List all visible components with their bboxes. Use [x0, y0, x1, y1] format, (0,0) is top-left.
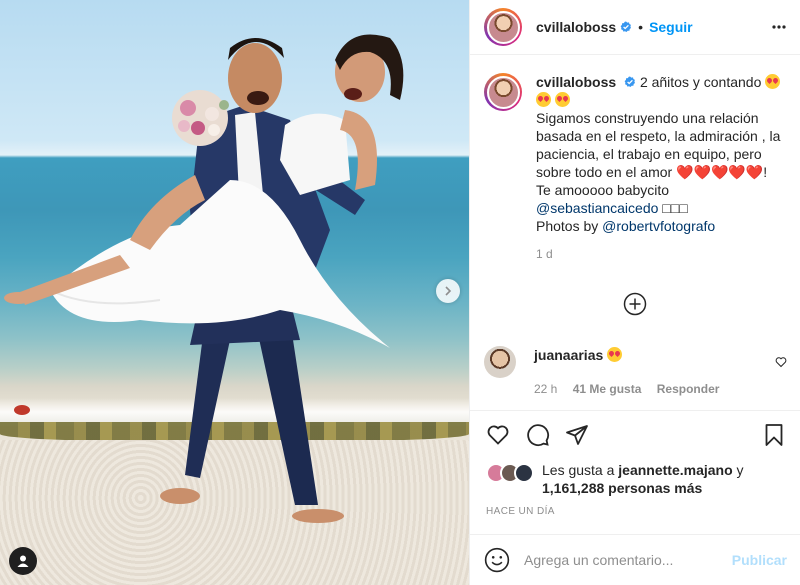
header-separator: • — [638, 19, 644, 35]
likes-summary: Les gusta a jeannette.majano y 1,161,288… — [486, 461, 786, 497]
likes-count[interactable]: 1,161,288 personas más — [542, 480, 702, 496]
post-photo[interactable] — [0, 0, 469, 585]
author-username[interactable]: cvillaloboss — [536, 19, 616, 35]
heart-eyes-emoji-icon — [607, 347, 623, 362]
caption-username[interactable]: cvillaloboss — [536, 74, 616, 90]
likes-and: y — [736, 462, 744, 478]
couple-illustration — [4, 34, 404, 523]
liker-avatars[interactable] — [486, 463, 536, 485]
comment-input[interactable] — [524, 552, 724, 568]
comment-likes[interactable]: 41 Me gusta — [573, 382, 642, 396]
comments-scroll-area[interactable]: cvillaloboss 2 añitos y contando Sigamos… — [470, 56, 800, 410]
comment-time[interactable]: 22 h — [534, 382, 557, 396]
heart-eyes-emoji-icon — [765, 74, 781, 89]
load-more-comments-icon[interactable] — [623, 292, 647, 316]
next-photo-button[interactable] — [436, 279, 460, 303]
commenter-avatar[interactable] — [484, 346, 516, 378]
mention-suffix: □□□ — [662, 200, 688, 216]
mention-link[interactable]: @sebastiancaicedo — [536, 200, 658, 216]
emoji-smiley-icon[interactable] — [484, 547, 510, 573]
commenter-username[interactable]: juanaarias — [534, 347, 603, 363]
save-bookmark-icon[interactable] — [762, 423, 786, 447]
tagged-users-button[interactable] — [9, 547, 37, 575]
post-actions-bar — [470, 410, 800, 458]
photographer-mention-link[interactable]: @robertvfotografo — [602, 218, 715, 234]
comment-bubble-icon[interactable] — [526, 423, 550, 447]
comment-item: juanaarias 22 h 41 Me gusta Responder — [484, 346, 794, 398]
liker-username[interactable]: jeannette.majano — [618, 462, 732, 478]
comment-like-heart-icon[interactable] — [775, 356, 787, 368]
verified-badge-icon — [620, 21, 632, 32]
caption-exclaim: ! — [763, 164, 768, 180]
hearts-emoji-icon: ❤️❤️❤️❤️❤️ — [676, 164, 764, 180]
liker-avatar — [514, 463, 534, 483]
post-header: cvillaloboss • Seguir — [470, 0, 800, 55]
chevron-right-icon — [445, 286, 452, 296]
more-options-icon[interactable] — [771, 19, 787, 35]
add-comment-bar: Publicar — [470, 534, 800, 585]
caption-author-avatar[interactable] — [484, 73, 522, 111]
post-caption: cvillaloboss 2 añitos y contando Sigamos… — [484, 73, 794, 263]
follow-button[interactable]: Seguir — [649, 19, 693, 35]
author-avatar[interactable] — [484, 8, 522, 46]
post-side-panel: cvillaloboss • Seguir cvillaloboss 2 añi… — [469, 0, 800, 585]
publish-button[interactable]: Publicar — [732, 552, 787, 568]
heart-eyes-emoji-icon — [554, 92, 570, 107]
caption-author-avatar-photo — [486, 75, 520, 109]
caption-line1: 2 añitos y contando — [639, 74, 762, 90]
user-tag-icon — [17, 555, 29, 567]
caption-line2: Te amooooo babycito — [536, 182, 670, 198]
heart-eyes-emoji-icon — [536, 92, 551, 107]
reply-button[interactable]: Responder — [657, 382, 720, 396]
like-heart-icon[interactable] — [486, 423, 510, 447]
instagram-post-dialog: cvillaloboss • Seguir cvillaloboss 2 añi… — [0, 0, 800, 585]
share-paper-plane-icon[interactable] — [565, 423, 589, 447]
likes-prefix: Les gusta a — [542, 462, 615, 478]
comment-content: juanaarias 22 h 41 Me gusta Responder — [534, 346, 731, 398]
post-timestamp[interactable]: HACE UN DÍA — [486, 506, 555, 517]
caption-text: cvillaloboss 2 añitos y contando Sigamos… — [536, 73, 794, 263]
verified-badge-icon — [624, 76, 636, 87]
photos-by-label: Photos by — [536, 218, 599, 234]
author-avatar-photo — [486, 10, 520, 44]
comment-meta: 22 h 41 Me gusta Responder — [534, 380, 731, 398]
likes-text: Les gusta a jeannette.majano y 1,161,288… — [542, 461, 744, 497]
caption-time[interactable]: 1 d — [536, 245, 794, 263]
